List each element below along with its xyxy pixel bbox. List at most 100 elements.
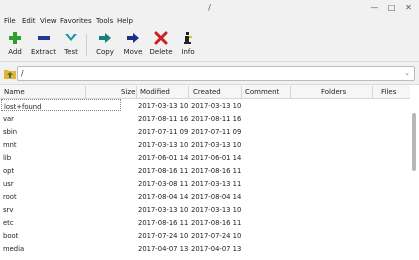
vertical-scrollbar[interactable]	[411, 113, 417, 260]
plus-icon	[9, 32, 21, 44]
row-name: lost+found	[1, 99, 121, 111]
column-divider[interactable]	[290, 86, 291, 98]
menu-help[interactable]: Help	[117, 17, 133, 25]
row-name: srv	[3, 206, 14, 214]
info-icon	[184, 32, 192, 44]
menu-file[interactable]: File	[4, 17, 16, 25]
title-bar: / — □ ✕	[0, 0, 419, 16]
table-row[interactable]: boot 2017-07-24 10... 2017-07-24 10...	[0, 229, 410, 242]
extract-button[interactable]: Extract	[30, 31, 57, 56]
column-created[interactable]: Created	[193, 88, 221, 96]
row-modified: 2017-08-04 14...	[138, 193, 188, 201]
move-button[interactable]: Move	[121, 31, 145, 56]
toolbar: Add Extract Test Copy Move Delete Info	[0, 28, 419, 62]
info-label: Info	[181, 48, 195, 56]
row-created: 2017-07-24 10...	[191, 232, 241, 240]
row-created: 2017-07-11 09...	[191, 128, 241, 136]
arrow-right-icon	[99, 33, 111, 43]
chevron-down-icon[interactable]: ⌄	[404, 69, 410, 77]
delete-button[interactable]: Delete	[149, 31, 173, 56]
row-created: 2017-06-01 14...	[191, 154, 241, 162]
column-name[interactable]: Name	[4, 88, 25, 96]
row-name: usr	[3, 180, 14, 188]
column-modified[interactable]: Modified	[140, 88, 170, 96]
copy-button[interactable]: Copy	[94, 31, 116, 56]
chevron-down-icon	[65, 34, 77, 41]
menu-tools[interactable]: Tools	[96, 17, 113, 25]
add-button[interactable]: Add	[3, 31, 27, 56]
row-name: boot	[3, 232, 19, 240]
column-divider[interactable]	[136, 86, 137, 98]
scrollbar-thumb[interactable]	[412, 113, 416, 171]
row-created: 2017-03-13 10...	[191, 141, 241, 149]
row-modified: 2017-08-16 11...	[138, 219, 188, 227]
table-row[interactable]: lib 2017-06-01 14... 2017-06-01 14...	[0, 151, 410, 164]
arrow-right-icon	[127, 33, 139, 43]
row-name: root	[3, 193, 17, 201]
maximize-icon[interactable]: □	[386, 2, 397, 13]
row-modified: 2017-03-13 10...	[138, 102, 188, 110]
row-created: 2017-08-04 14...	[191, 193, 241, 201]
row-created: 2017-03-13 10...	[191, 102, 241, 110]
row-modified: 2017-07-24 10...	[138, 232, 188, 240]
table-row[interactable]: var 2017-08-11 16... 2017-08-11 16...	[0, 112, 410, 125]
row-name: media	[3, 245, 25, 253]
table-row[interactable]: usr 2017-03-08 11... 2017-03-13 11...	[0, 177, 410, 190]
column-divider[interactable]	[241, 86, 242, 98]
column-divider[interactable]	[85, 86, 86, 98]
row-created: 2017-04-07 13...	[191, 245, 241, 253]
address-bar: / ⌄	[0, 62, 419, 85]
row-modified: 2017-03-08 11...	[138, 180, 188, 188]
row-modified: 2017-07-11 09...	[138, 128, 188, 136]
table-row[interactable]: root 2017-08-04 14... 2017-08-04 14...	[0, 190, 410, 203]
row-modified: 2017-03-13 10...	[138, 206, 188, 214]
row-name: sbin	[3, 128, 18, 136]
move-label: Move	[123, 48, 143, 56]
menu-edit[interactable]: Edit	[22, 17, 36, 25]
row-name: mnt	[3, 141, 17, 149]
table-row[interactable]: srv 2017-03-13 10... 2017-03-13 10...	[0, 203, 410, 216]
path-text: /	[21, 69, 24, 78]
row-created: 2017-08-16 11...	[191, 167, 241, 175]
minimize-icon[interactable]: —	[369, 2, 380, 13]
table-row[interactable]: mnt 2017-03-13 10... 2017-03-13 10...	[0, 138, 410, 151]
row-created: 2017-03-13 10...	[191, 206, 241, 214]
row-name: etc	[3, 219, 14, 227]
row-name: lib	[3, 154, 12, 162]
window-title: /	[208, 3, 211, 12]
table-row[interactable]: lost+found 2017-03-13 10... 2017-03-13 1…	[0, 99, 410, 112]
toolbar-divider	[86, 34, 87, 56]
row-modified: 2017-08-11 16...	[138, 115, 188, 123]
close-icon[interactable]: ✕	[403, 2, 414, 13]
menu-favorites[interactable]: Favorites	[60, 17, 92, 25]
menu-view[interactable]: View	[40, 17, 57, 25]
row-modified: 2017-03-13 10...	[138, 141, 188, 149]
row-name: opt	[3, 167, 15, 175]
add-label: Add	[8, 48, 22, 56]
minus-icon	[37, 36, 50, 40]
column-header: Name Size Modified Created Comment Folde…	[0, 85, 410, 99]
test-button[interactable]: Test	[61, 31, 81, 56]
delete-label: Delete	[149, 48, 173, 56]
table-row[interactable]: opt 2017-08-16 11... 2017-08-16 11...	[0, 164, 410, 177]
row-created: 2017-08-16 11...	[191, 219, 241, 227]
column-divider[interactable]	[372, 86, 373, 98]
column-folders[interactable]: Folders	[321, 88, 346, 96]
x-icon	[154, 31, 168, 45]
column-comment[interactable]: Comment	[245, 88, 279, 96]
table-row[interactable]: etc 2017-08-16 11... 2017-08-16 11...	[0, 216, 410, 229]
extract-label: Extract	[30, 48, 57, 56]
folder-up-icon[interactable]	[4, 68, 16, 79]
column-size[interactable]: Size	[121, 88, 135, 96]
row-modified: 2017-08-16 11...	[138, 167, 188, 175]
column-files[interactable]: Files	[381, 88, 396, 96]
row-name: var	[3, 115, 14, 123]
row-created: 2017-08-11 16...	[191, 115, 241, 123]
column-divider[interactable]	[188, 86, 189, 98]
table-row[interactable]: media 2017-04-07 13... 2017-04-07 13...	[0, 242, 410, 255]
path-input[interactable]: / ⌄	[17, 66, 415, 81]
table-row[interactable]: sbin 2017-07-11 09... 2017-07-11 09...	[0, 125, 410, 138]
info-button[interactable]: Info	[180, 31, 196, 56]
row-created: 2017-03-13 11...	[191, 180, 241, 188]
test-label: Test	[64, 48, 78, 56]
